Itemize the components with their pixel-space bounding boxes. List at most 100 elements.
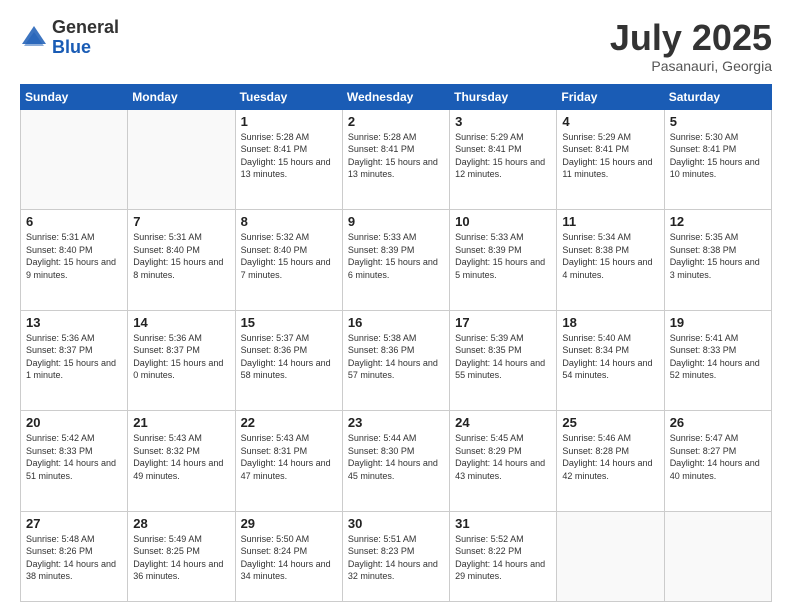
- day-info: Sunrise: 5:34 AMSunset: 8:38 PMDaylight:…: [562, 231, 658, 281]
- day-number: 26: [670, 415, 766, 430]
- day-number: 4: [562, 114, 658, 129]
- day-number: 15: [241, 315, 337, 330]
- calendar-cell: 6Sunrise: 5:31 AMSunset: 8:40 PMDaylight…: [21, 210, 128, 311]
- calendar-cell: 1 Sunrise: 5:28 AMSunset: 8:41 PMDaylight…: [235, 109, 342, 210]
- calendar-cell: 21 Sunrise: 5:43 AMSunset: 8:32 PMDayligh…: [128, 411, 235, 512]
- day-number: 14: [133, 315, 229, 330]
- day-number: 23: [348, 415, 444, 430]
- day-info: Sunrise: 5:28 AMSunset: 8:41 PMDaylight:…: [348, 131, 444, 181]
- calendar-cell: 29 Sunrise: 5:50 AMSunset: 8:24 PMDayligh…: [235, 511, 342, 601]
- day-number: 2: [348, 114, 444, 129]
- day-info: Sunrise: 5:52 AMSunset: 8:22 PMDaylight:…: [455, 533, 551, 583]
- calendar-cell: 22 Sunrise: 5:43 AMSunset: 8:31 PMDayligh…: [235, 411, 342, 512]
- week-row-2: 6Sunrise: 5:31 AMSunset: 8:40 PMDaylight…: [21, 210, 772, 311]
- calendar-cell: 2 Sunrise: 5:28 AMSunset: 8:41 PMDaylight…: [342, 109, 449, 210]
- day-info: Sunrise: 5:30 AMSunset: 8:41 PMDaylight:…: [670, 131, 766, 181]
- calendar-cell: 23Sunrise: 5:44 AMSunset: 8:30 PMDayligh…: [342, 411, 449, 512]
- day-info: Sunrise: 5:40 AMSunset: 8:34 PMDaylight:…: [562, 332, 658, 382]
- day-info: Sunrise: 5:29 AMSunset: 8:41 PMDaylight:…: [562, 131, 658, 181]
- weekday-header-monday: Monday: [128, 84, 235, 109]
- week-row-3: 13Sunrise: 5:36 AMSunset: 8:37 PMDayligh…: [21, 310, 772, 411]
- day-number: 3: [455, 114, 551, 129]
- day-info: Sunrise: 5:38 AMSunset: 8:36 PMDaylight:…: [348, 332, 444, 382]
- weekday-header-thursday: Thursday: [450, 84, 557, 109]
- day-info: Sunrise: 5:50 AMSunset: 8:24 PMDaylight:…: [241, 533, 337, 583]
- day-info: Sunrise: 5:33 AMSunset: 8:39 PMDaylight:…: [455, 231, 551, 281]
- day-number: 1: [241, 114, 337, 129]
- calendar-cell: 10 Sunrise: 5:33 AMSunset: 8:39 PMDayligh…: [450, 210, 557, 311]
- calendar-cell: 19 Sunrise: 5:41 AMSunset: 8:33 PMDayligh…: [664, 310, 771, 411]
- day-number: 27: [26, 516, 122, 531]
- logo-blue-text: Blue: [52, 37, 91, 57]
- day-number: 18: [562, 315, 658, 330]
- day-info: Sunrise: 5:46 AMSunset: 8:28 PMDaylight:…: [562, 432, 658, 482]
- day-info: Sunrise: 5:28 AMSunset: 8:41 PMDaylight:…: [241, 131, 337, 181]
- day-info: Sunrise: 5:35 AMSunset: 8:38 PMDaylight:…: [670, 231, 766, 281]
- day-number: 11: [562, 214, 658, 229]
- day-number: 9: [348, 214, 444, 229]
- calendar-cell: [128, 109, 235, 210]
- day-info: Sunrise: 5:51 AMSunset: 8:23 PMDaylight:…: [348, 533, 444, 583]
- day-info: Sunrise: 5:48 AMSunset: 8:26 PMDaylight:…: [26, 533, 122, 583]
- page: General Blue July 2025 Pasanauri, Georgi…: [0, 0, 792, 612]
- calendar-cell: 17 Sunrise: 5:39 AMSunset: 8:35 PMDayligh…: [450, 310, 557, 411]
- calendar: SundayMondayTuesdayWednesdayThursdayFrid…: [20, 84, 772, 602]
- logo-general-text: General: [52, 17, 119, 37]
- calendar-cell: 13Sunrise: 5:36 AMSunset: 8:37 PMDayligh…: [21, 310, 128, 411]
- weekday-header-saturday: Saturday: [664, 84, 771, 109]
- calendar-cell: 18 Sunrise: 5:40 AMSunset: 8:34 PMDayligh…: [557, 310, 664, 411]
- day-info: Sunrise: 5:39 AMSunset: 8:35 PMDaylight:…: [455, 332, 551, 382]
- day-number: 19: [670, 315, 766, 330]
- calendar-cell: 16 Sunrise: 5:38 AMSunset: 8:36 PMDayligh…: [342, 310, 449, 411]
- day-info: Sunrise: 5:43 AMSunset: 8:31 PMDaylight:…: [241, 432, 337, 482]
- day-info: Sunrise: 5:32 AMSunset: 8:40 PMDaylight:…: [241, 231, 337, 281]
- day-info: Sunrise: 5:47 AMSunset: 8:27 PMDaylight:…: [670, 432, 766, 482]
- header: General Blue July 2025 Pasanauri, Georgi…: [20, 18, 772, 74]
- day-number: 13: [26, 315, 122, 330]
- calendar-cell: 5 Sunrise: 5:30 AMSunset: 8:41 PMDaylight…: [664, 109, 771, 210]
- day-info: Sunrise: 5:31 AMSunset: 8:40 PMDaylight:…: [133, 231, 229, 281]
- day-number: 10: [455, 214, 551, 229]
- day-number: 29: [241, 516, 337, 531]
- calendar-cell: 14Sunrise: 5:36 AMSunset: 8:37 PMDayligh…: [128, 310, 235, 411]
- weekday-header-row: SundayMondayTuesdayWednesdayThursdayFrid…: [21, 84, 772, 109]
- calendar-cell: 8Sunrise: 5:32 AMSunset: 8:40 PMDaylight…: [235, 210, 342, 311]
- week-row-1: 1 Sunrise: 5:28 AMSunset: 8:41 PMDaylight…: [21, 109, 772, 210]
- day-number: 22: [241, 415, 337, 430]
- day-number: 12: [670, 214, 766, 229]
- day-info: Sunrise: 5:41 AMSunset: 8:33 PMDaylight:…: [670, 332, 766, 382]
- day-info: Sunrise: 5:37 AMSunset: 8:36 PMDaylight:…: [241, 332, 337, 382]
- calendar-cell: [664, 511, 771, 601]
- day-number: 31: [455, 516, 551, 531]
- day-number: 16: [348, 315, 444, 330]
- logo: General Blue: [20, 18, 119, 58]
- day-info: Sunrise: 5:31 AMSunset: 8:40 PMDaylight:…: [26, 231, 122, 281]
- calendar-cell: 11 Sunrise: 5:34 AMSunset: 8:38 PMDayligh…: [557, 210, 664, 311]
- day-number: 30: [348, 516, 444, 531]
- day-number: 25: [562, 415, 658, 430]
- calendar-cell: 3 Sunrise: 5:29 AMSunset: 8:41 PMDaylight…: [450, 109, 557, 210]
- day-info: Sunrise: 5:45 AMSunset: 8:29 PMDaylight:…: [455, 432, 551, 482]
- location: Pasanauri, Georgia: [610, 58, 772, 74]
- calendar-cell: 28Sunrise: 5:49 AMSunset: 8:25 PMDayligh…: [128, 511, 235, 601]
- calendar-cell: 20 Sunrise: 5:42 AMSunset: 8:33 PMDayligh…: [21, 411, 128, 512]
- day-number: 20: [26, 415, 122, 430]
- day-info: Sunrise: 5:42 AMSunset: 8:33 PMDaylight:…: [26, 432, 122, 482]
- calendar-cell: 24Sunrise: 5:45 AMSunset: 8:29 PMDayligh…: [450, 411, 557, 512]
- day-number: 17: [455, 315, 551, 330]
- week-row-4: 20 Sunrise: 5:42 AMSunset: 8:33 PMDayligh…: [21, 411, 772, 512]
- calendar-cell: [21, 109, 128, 210]
- day-info: Sunrise: 5:49 AMSunset: 8:25 PMDaylight:…: [133, 533, 229, 583]
- day-number: 21: [133, 415, 229, 430]
- calendar-cell: 4 Sunrise: 5:29 AMSunset: 8:41 PMDaylight…: [557, 109, 664, 210]
- weekday-header-friday: Friday: [557, 84, 664, 109]
- day-info: Sunrise: 5:43 AMSunset: 8:32 PMDaylight:…: [133, 432, 229, 482]
- day-number: 5: [670, 114, 766, 129]
- month-title: July 2025: [610, 18, 772, 58]
- day-info: Sunrise: 5:29 AMSunset: 8:41 PMDaylight:…: [455, 131, 551, 181]
- calendar-cell: 15 Sunrise: 5:37 AMSunset: 8:36 PMDayligh…: [235, 310, 342, 411]
- calendar-cell: [557, 511, 664, 601]
- logo-text: General Blue: [52, 18, 119, 58]
- calendar-cell: 7Sunrise: 5:31 AMSunset: 8:40 PMDaylight…: [128, 210, 235, 311]
- weekday-header-tuesday: Tuesday: [235, 84, 342, 109]
